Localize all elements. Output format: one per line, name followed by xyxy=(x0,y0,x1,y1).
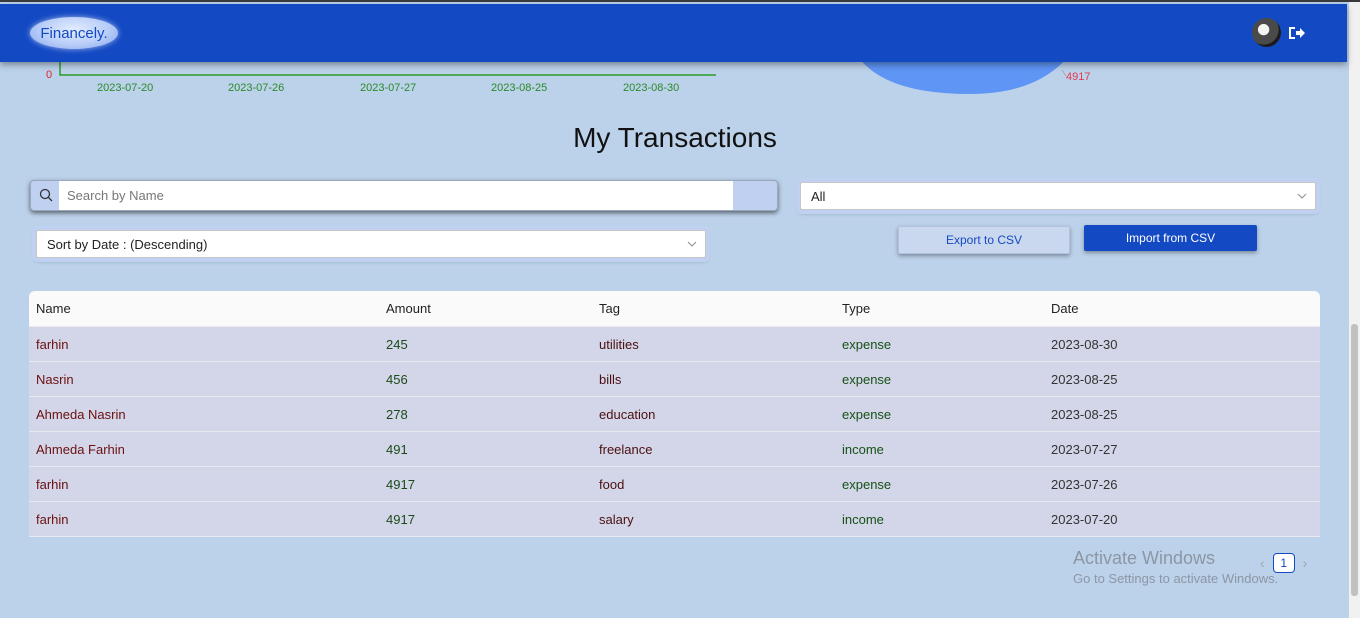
search-input[interactable] xyxy=(59,181,733,210)
watermark-subtitle: Go to Settings to activate Windows. xyxy=(1073,571,1279,586)
cell-type: expense xyxy=(835,361,1044,397)
pie-label: 4917 xyxy=(1066,71,1090,83)
cell-date: 2023-08-25 xyxy=(1044,361,1320,397)
cell-type: expense xyxy=(835,326,1044,362)
axis-line xyxy=(59,62,716,76)
logo[interactable]: Financely. xyxy=(30,17,118,49)
table-row[interactable]: Ahmeda Nasrin 278 education expense 2023… xyxy=(29,396,1320,432)
page-scrollbar[interactable] xyxy=(1349,2,1360,618)
filter-selected-value: All xyxy=(811,188,826,204)
cell-date: 2023-07-20 xyxy=(1044,501,1320,537)
pie-chart-fragment: 4917 xyxy=(862,62,1090,94)
cell-name: Ahmeda Nasrin xyxy=(29,396,379,432)
x-tick-label: 2023-08-25 xyxy=(491,82,547,94)
cell-name: Nasrin xyxy=(29,361,379,397)
cell-tag: freelance xyxy=(592,431,835,467)
logout-icon[interactable] xyxy=(1288,25,1306,41)
sort-selected-value: Sort by Date : (Descending) xyxy=(47,236,208,252)
x-tick-label: 2023-08-30 xyxy=(623,82,679,94)
cell-name: farhin xyxy=(29,326,379,362)
table-row[interactable]: Nasrin 456 bills expense 2023-08-25 xyxy=(29,361,1320,397)
column-header-tag[interactable]: Tag xyxy=(592,291,835,327)
x-tick-label: 2023-07-26 xyxy=(228,82,284,94)
watermark-title: Activate Windows xyxy=(1073,548,1216,568)
column-header-amount[interactable]: Amount xyxy=(379,291,592,327)
cell-amount: 245 xyxy=(379,326,592,362)
export-csv-button[interactable]: Export to CSV xyxy=(898,226,1070,254)
table-row[interactable]: farhin 4917 food expense 2023-07-26 xyxy=(29,466,1320,502)
column-header-name[interactable]: Name xyxy=(29,291,379,327)
page-title: My Transactions xyxy=(573,122,777,153)
table-row[interactable]: Ahmeda Farhin 491 freelance income 2023-… xyxy=(29,431,1320,467)
pagination: ‹ 1 › xyxy=(1260,553,1307,573)
type-filter-select[interactable]: All xyxy=(796,178,1320,214)
cell-date: 2023-07-27 xyxy=(1044,431,1320,467)
search-box xyxy=(30,180,778,211)
cell-date: 2023-08-30 xyxy=(1044,326,1320,362)
cell-amount: 278 xyxy=(379,396,592,432)
sort-select[interactable]: Sort by Date : (Descending) xyxy=(32,226,710,262)
cell-amount: 4917 xyxy=(379,501,592,537)
page-1-button[interactable]: 1 xyxy=(1272,553,1295,573)
next-page-button[interactable]: › xyxy=(1303,555,1308,571)
cell-amount: 456 xyxy=(379,361,592,397)
cell-date: 2023-07-26 xyxy=(1044,466,1320,502)
x-tick-label: 2023-07-20 xyxy=(97,82,153,94)
scrollbar-thumb[interactable] xyxy=(1351,324,1358,596)
chevron-down-icon xyxy=(1297,193,1307,199)
cell-name: Ahmeda Farhin xyxy=(29,431,379,467)
column-header-type[interactable]: Type xyxy=(835,291,1044,327)
cell-date: 2023-08-25 xyxy=(1044,396,1320,432)
cell-tag: food xyxy=(592,466,835,502)
import-csv-button[interactable]: Import from CSV xyxy=(1084,225,1257,251)
pie-slice xyxy=(862,62,1064,94)
cell-type: expense xyxy=(835,466,1044,502)
prev-page-button[interactable]: ‹ xyxy=(1260,555,1265,571)
x-tick-label: 2023-07-27 xyxy=(360,82,416,94)
column-header-date[interactable]: Date xyxy=(1044,291,1320,327)
cell-amount: 491 xyxy=(379,431,592,467)
line-chart-fragment: 0 2023-07-20 2023-07-26 2023-07-27 2023-… xyxy=(46,62,716,94)
cell-tag: education xyxy=(592,396,835,432)
cell-tag: bills xyxy=(592,361,835,397)
cell-tag: salary xyxy=(592,501,835,537)
navbar: Financely. xyxy=(0,4,1347,62)
table-header-row: Name Amount Tag Type Date xyxy=(29,291,1320,327)
cell-type: income xyxy=(835,501,1044,537)
cell-name: farhin xyxy=(29,466,379,502)
cell-name: farhin xyxy=(29,501,379,537)
y-axis-zero-label: 0 xyxy=(46,69,52,81)
cell-type: expense xyxy=(835,396,1044,432)
table-row[interactable]: farhin 4917 salary income 2023-07-20 xyxy=(29,501,1320,537)
chevron-down-icon xyxy=(687,241,697,247)
cell-type: income xyxy=(835,431,1044,467)
search-icon xyxy=(39,188,53,202)
cell-amount: 4917 xyxy=(379,466,592,502)
transactions-table: Name Amount Tag Type Date farhin 245 uti… xyxy=(29,291,1320,537)
table-row[interactable]: farhin 245 utilities expense 2023-08-30 xyxy=(29,326,1320,362)
activate-windows-watermark: Activate Windows Go to Settings to activ… xyxy=(1073,548,1278,586)
cell-tag: utilities xyxy=(592,326,835,362)
user-avatar-icon[interactable] xyxy=(1252,18,1281,47)
